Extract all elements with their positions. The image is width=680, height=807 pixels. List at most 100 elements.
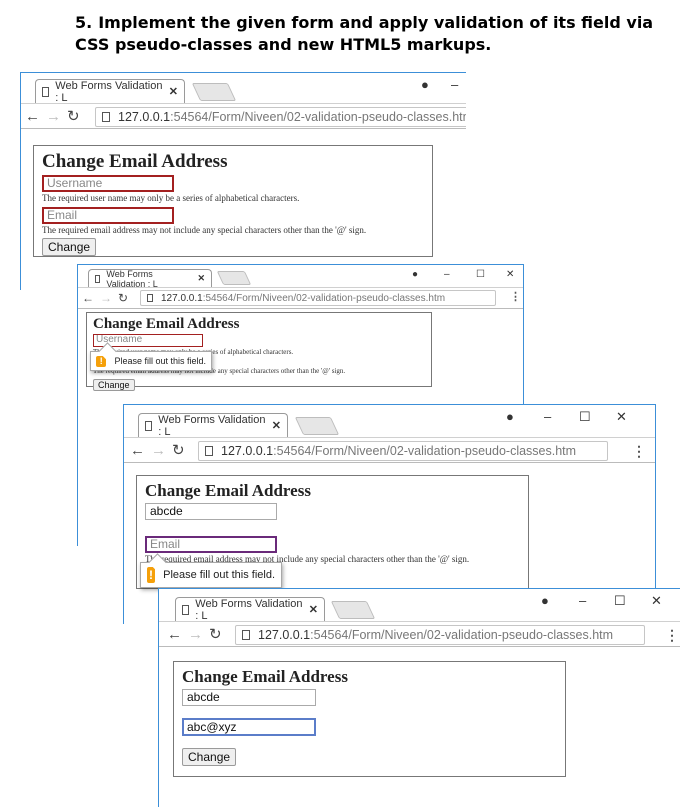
tooltip-message: Please fill out this field. — [163, 569, 275, 581]
url-path: :54564/Form/Niveen/02-validation-pseudo-… — [170, 110, 466, 124]
forward-icon: → — [100, 290, 112, 305]
browser-toolbar: ← → ↻ 127.0.0.1:54564/Form/Niveen/02-val… — [124, 437, 655, 463]
minimize-icon[interactable]: – — [579, 593, 586, 608]
maximize-icon[interactable]: ☐ — [579, 409, 591, 425]
form-title: Change Email Address — [42, 151, 228, 172]
back-icon[interactable]: ← — [167, 627, 182, 642]
change-button[interactable]: Change — [93, 379, 135, 391]
forward-icon: → — [188, 625, 203, 643]
reload-icon[interactable]: ↻ — [209, 627, 222, 642]
page-icon — [182, 604, 190, 615]
page-icon — [205, 446, 213, 456]
validation-tooltip: ! Please fill out this field. — [90, 351, 212, 371]
url-host: 127.0.0.1 — [258, 628, 311, 642]
url-host: 127.0.0.1 — [118, 110, 171, 124]
browser-tab[interactable]: Web Forms Validation : L ✕ — [138, 413, 288, 438]
page-icon — [242, 630, 250, 640]
tab-title: Web Forms Validation : L — [106, 268, 158, 289]
close-tab-icon[interactable]: ✕ — [169, 85, 178, 98]
reload-icon[interactable]: ↻ — [172, 443, 185, 458]
browser-toolbar: ← → ↻ 127.0.0.1:54564/Form/Niveen/02-val… — [21, 103, 466, 129]
profile-icon[interactable]: ● — [541, 593, 549, 608]
new-tab-button[interactable] — [294, 417, 340, 435]
tab-bar: Web Forms Validation : L ✕ ● – ☐ ✕ — [159, 589, 680, 622]
validation-tooltip: ! Please fill out this field. — [140, 562, 282, 588]
page-icon — [95, 274, 101, 283]
change-email-form: Change Email Address Username The requir… — [33, 145, 433, 257]
change-email-form: Change Email Address abcde abc@xyz Chang… — [173, 661, 566, 777]
page-icon — [42, 86, 50, 97]
username-input[interactable]: Username — [42, 175, 174, 192]
new-tab-button[interactable] — [216, 271, 252, 285]
url-path: :54564/Form/Niveen/02-validation-pseudo-… — [273, 444, 577, 458]
back-icon[interactable]: ← — [25, 109, 40, 124]
url-host: 127.0.0.1 — [161, 292, 203, 304]
change-button[interactable]: Change — [182, 748, 237, 766]
page-icon — [147, 294, 153, 302]
tab-title: Web Forms Validation : L — [195, 597, 303, 622]
email-input[interactable]: abc@xyz — [182, 718, 316, 736]
reload-icon[interactable]: ↻ — [118, 291, 128, 306]
address-bar[interactable]: 127.0.0.1:54564/Form/Niveen/02-validatio… — [140, 290, 496, 306]
minimize-icon[interactable]: – — [544, 409, 551, 424]
warning-icon: ! — [147, 567, 156, 583]
close-tab-icon[interactable]: ✕ — [272, 419, 281, 432]
address-bar[interactable]: 127.0.0.1:54564/Form/Niveen/02-validatio… — [235, 625, 645, 645]
username-input[interactable]: abcde — [145, 503, 277, 520]
email-input[interactable]: Email — [42, 207, 174, 224]
reload-icon[interactable]: ↻ — [67, 109, 80, 124]
form-title: Change Email Address — [93, 316, 240, 332]
profile-icon[interactable]: ● — [506, 409, 514, 424]
username-input[interactable]: abcde — [182, 689, 316, 706]
form-title: Change Email Address — [145, 481, 311, 500]
close-window-icon[interactable]: ✕ — [506, 269, 514, 280]
page-icon — [145, 420, 153, 431]
username-hint: The required user name may only be a ser… — [42, 193, 300, 203]
minimize-icon[interactable]: – — [444, 269, 450, 280]
screenshot-1: Web Forms Validation : L ✕ ● – ← → ↻ 127… — [20, 72, 466, 290]
email-hint: The required email address may not inclu… — [42, 225, 367, 235]
profile-icon[interactable]: ● — [421, 77, 429, 92]
change-button[interactable]: Change — [42, 238, 97, 256]
close-tab-icon[interactable]: ✕ — [197, 273, 205, 284]
url-host: 127.0.0.1 — [221, 444, 274, 458]
close-window-icon[interactable]: ✕ — [651, 593, 662, 609]
email-input[interactable]: Email — [145, 536, 277, 553]
menu-icon[interactable]: ⋮ — [632, 443, 646, 460]
tab-title: Web Forms Validation : L — [158, 413, 266, 438]
close-tab-icon[interactable]: ✕ — [309, 603, 318, 616]
browser-toolbar: ← → ↻ 127.0.0.1:54564/Form/Niveen/02-val… — [159, 621, 680, 647]
screenshot-4: Web Forms Validation : L ✕ ● – ☐ ✕ ← → ↻… — [158, 588, 680, 807]
new-tab-button[interactable] — [330, 601, 376, 619]
warning-icon: ! — [96, 355, 107, 367]
profile-icon[interactable]: ● — [412, 269, 418, 280]
maximize-icon[interactable]: ☐ — [614, 593, 626, 609]
tab-bar: Web Forms Validation : L ✕ ● – — [21, 73, 466, 104]
task-text: Implement the given form and apply valid… — [75, 13, 654, 54]
change-email-form: Change Email Address Username The requir… — [86, 312, 432, 391]
url-path: :54564/Form/Niveen/02-validation-pseudo-… — [202, 292, 446, 304]
close-window-icon[interactable]: ✕ — [616, 409, 627, 425]
maximize-icon[interactable]: ☐ — [476, 269, 485, 280]
minimize-icon[interactable]: – — [451, 77, 458, 92]
address-bar[interactable]: 127.0.0.1:54564/Form/Niveen/02-validatio… — [95, 107, 466, 127]
browser-tab[interactable]: Web Forms Validation : L ✕ — [35, 79, 185, 104]
browser-tab[interactable]: Web Forms Validation : L ✕ — [175, 597, 325, 622]
url-path: :54564/Form/Niveen/02-validation-pseudo-… — [310, 628, 614, 642]
browser-tab[interactable]: Web Forms Validation : L ✕ — [88, 268, 212, 289]
tab-bar: Web Forms Validation : L ✕ ● – ☐ ✕ — [78, 265, 523, 289]
new-tab-button[interactable] — [191, 83, 237, 101]
forward-icon: → — [151, 441, 166, 459]
task-number: 5. — [75, 13, 93, 32]
back-icon[interactable]: ← — [130, 443, 145, 458]
form-title: Change Email Address — [182, 667, 348, 686]
menu-icon[interactable]: ⋮ — [665, 627, 679, 644]
address-bar[interactable]: 127.0.0.1:54564/Form/Niveen/02-validatio… — [198, 441, 608, 461]
tooltip-message: Please fill out this field. — [114, 356, 206, 366]
tab-bar: Web Forms Validation : L ✕ ● – ☐ ✕ — [124, 405, 655, 438]
menu-icon[interactable]: ⋮ — [510, 290, 521, 303]
browser-toolbar: ← → ↻ 127.0.0.1:54564/Form/Niveen/02-val… — [78, 287, 523, 309]
tab-title: Web Forms Validation : L — [55, 79, 163, 104]
task-heading: 5. Implement the given form and apply val… — [75, 12, 655, 56]
back-icon[interactable]: ← — [82, 291, 94, 306]
